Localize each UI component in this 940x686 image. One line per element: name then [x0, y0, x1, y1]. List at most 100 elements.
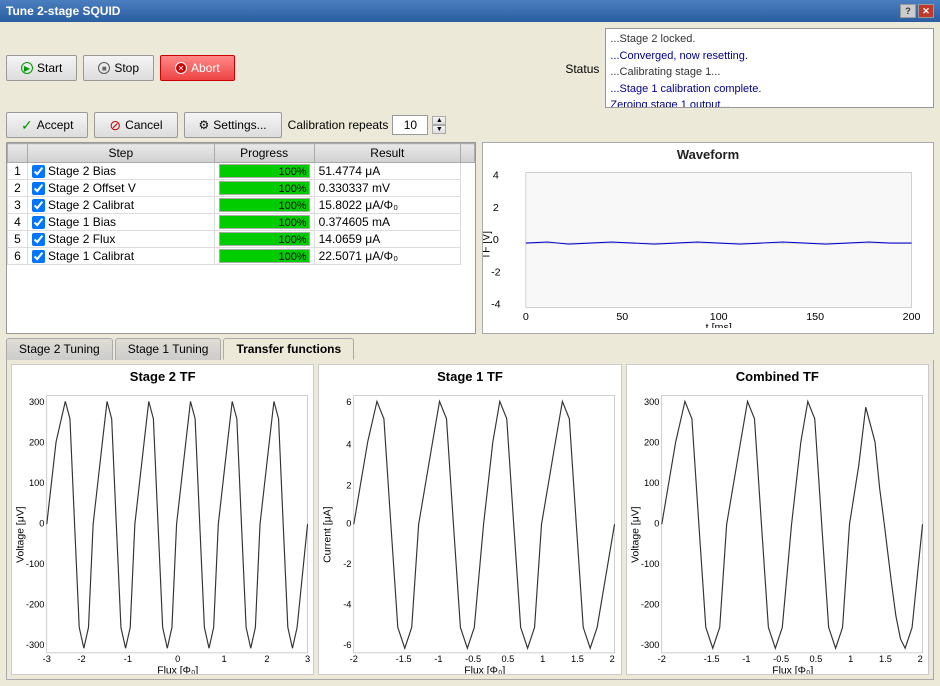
svg-text:-1: -1 — [124, 654, 132, 664]
svg-text:-1.5: -1.5 — [396, 654, 412, 664]
svg-text:1: 1 — [848, 654, 853, 664]
svg-text:200: 200 — [903, 311, 921, 323]
waveform-svg: 4 2 0 -2 -4 TF [V] 0 50 100 150 200 t [m… — [483, 162, 933, 328]
row-result: 22.5071 μA/Φ₀ — [314, 248, 460, 265]
stop-icon: ■ — [98, 62, 110, 74]
charts-panel: Stage 2 TF Voltage [μV] 300 200 100 0 -1… — [6, 360, 934, 680]
cancel-button[interactable]: ⊘ Cancel — [94, 112, 177, 138]
tab-stage2-tuning[interactable]: Stage 2 Tuning — [6, 338, 113, 360]
tab-stage1-tuning[interactable]: Stage 1 Tuning — [115, 338, 222, 360]
row-progress-cell: 100% — [214, 180, 314, 197]
row-result: 14.0659 μA — [314, 231, 460, 248]
svg-text:-2: -2 — [491, 266, 501, 278]
steps-table: Step Progress Result 1 Stage 2 Bias 100% — [7, 143, 475, 265]
accept-button[interactable]: ✓ Accept — [6, 112, 88, 138]
svg-text:-2: -2 — [77, 654, 85, 664]
row-step: Stage 2 Calibrat — [28, 197, 215, 214]
scroll-col — [461, 144, 475, 163]
svg-text:-200: -200 — [641, 600, 660, 610]
svg-text:1.5: 1.5 — [879, 654, 892, 664]
svg-text:Voltage [μV]: Voltage [μV] — [630, 507, 641, 564]
svg-text:Flux [Φ₀]: Flux [Φ₀] — [772, 666, 813, 674]
row-checkbox[interactable] — [32, 233, 45, 246]
row-step: Stage 2 Bias — [28, 163, 215, 180]
col-num — [8, 144, 28, 163]
table-row: 4 Stage 1 Bias 100% 0.374605 mA — [8, 214, 475, 231]
row-progress-cell: 100% — [214, 231, 314, 248]
svg-text:-4: -4 — [491, 299, 501, 311]
row-num: 6 — [8, 248, 28, 265]
check-icon: ✓ — [21, 117, 33, 134]
combined-tf-chart: Combined TF Voltage [μV] 300 200 100 0 -… — [626, 364, 929, 675]
row-result: 0.330337 mV — [314, 180, 460, 197]
row-checkbox[interactable] — [32, 165, 45, 178]
spinner-down[interactable]: ▼ — [432, 125, 446, 134]
row-progress-cell: 100% — [214, 248, 314, 265]
svg-text:-4: -4 — [344, 600, 352, 610]
help-button[interactable]: ? — [900, 4, 916, 18]
close-button[interactable]: ✕ — [918, 4, 934, 18]
svg-text:-1: -1 — [742, 654, 750, 664]
spinner-up[interactable]: ▲ — [432, 116, 446, 125]
svg-text:4: 4 — [347, 440, 352, 450]
svg-text:2: 2 — [610, 654, 615, 664]
row-step: Stage 1 Bias — [28, 214, 215, 231]
cancel-icon: ⊘ — [109, 117, 121, 134]
second-buttons-row: ✓ Accept ⊘ Cancel ⚙ Settings... Calibrat… — [6, 112, 934, 138]
abort-button[interactable]: ✕ Abort — [160, 55, 235, 81]
waveform-title: Waveform — [483, 143, 933, 162]
svg-text:Flux [Φ₀]: Flux [Φ₀] — [157, 666, 198, 674]
progress-pct: 100% — [278, 216, 306, 230]
table-row: 1 Stage 2 Bias 100% 51.4774 μA — [8, 163, 475, 180]
row-checkbox[interactable] — [32, 182, 45, 195]
status-log: ...Stage 2 locked....Converged, now rese… — [605, 28, 934, 108]
stage2-tf-title: Stage 2 TF — [12, 365, 313, 384]
svg-text:300: 300 — [29, 397, 44, 407]
row-progress-cell: 100% — [214, 163, 314, 180]
stop-button[interactable]: ■ Stop — [83, 55, 154, 81]
progress-pct: 100% — [278, 165, 306, 179]
settings-button[interactable]: ⚙ Settings... — [184, 112, 282, 138]
combined-tf-svg: Voltage [μV] 300 200 100 0 -100 -200 -30… — [627, 384, 928, 674]
tab-bar: Stage 2 Tuning Stage 1 Tuning Transfer f… — [6, 338, 934, 360]
row-num: 1 — [8, 163, 28, 180]
col-result: Result — [314, 144, 460, 163]
svg-text:1: 1 — [222, 654, 227, 664]
svg-text:-2: -2 — [350, 654, 358, 664]
window-title: Tune 2-stage SQUID — [6, 4, 120, 18]
stage1-tf-title: Stage 1 TF — [319, 365, 620, 384]
tab-transfer-functions[interactable]: Transfer functions — [223, 338, 354, 360]
row-checkbox[interactable] — [32, 216, 45, 229]
progress-pct: 100% — [278, 199, 306, 213]
svg-text:50: 50 — [616, 311, 628, 323]
svg-text:-300: -300 — [26, 641, 45, 651]
svg-text:0: 0 — [654, 519, 659, 529]
svg-text:-0.5: -0.5 — [465, 654, 481, 664]
waveform-panel: Waveform 4 2 0 -2 -4 TF [V] 0 50 100 — [482, 142, 934, 334]
svg-text:0.5: 0.5 — [809, 654, 822, 664]
title-bar: Tune 2-stage SQUID ? ✕ — [0, 0, 940, 22]
table-row: 2 Stage 2 Offset V 100% 0.330337 mV — [8, 180, 475, 197]
combined-tf-title: Combined TF — [627, 365, 928, 384]
row-num: 3 — [8, 197, 28, 214]
start-button[interactable]: ▶ Start — [6, 55, 77, 81]
row-progress-cell: 100% — [214, 214, 314, 231]
progress-bar-bg: 100% — [219, 249, 310, 263]
row-progress-cell: 100% — [214, 197, 314, 214]
svg-text:Current [μA]: Current [μA] — [323, 507, 334, 563]
svg-text:-2: -2 — [344, 559, 352, 569]
svg-text:-1: -1 — [435, 654, 443, 664]
progress-bar-bg: 100% — [219, 232, 310, 246]
row-checkbox[interactable] — [32, 199, 45, 212]
row-checkbox[interactable] — [32, 250, 45, 263]
svg-text:0.5: 0.5 — [502, 654, 515, 664]
calibration-repeats: Calibration repeats 10 ▲ ▼ — [288, 115, 447, 135]
svg-text:1: 1 — [540, 654, 545, 664]
svg-text:4: 4 — [493, 170, 499, 182]
svg-text:-2: -2 — [657, 654, 665, 664]
repeats-input[interactable]: 10 — [392, 115, 428, 135]
col-progress: Progress — [214, 144, 314, 163]
svg-text:Flux [Φ₀]: Flux [Φ₀] — [465, 666, 506, 674]
svg-text:0: 0 — [39, 519, 44, 529]
stage2-tf-chart: Stage 2 TF Voltage [μV] 300 200 100 0 -1… — [11, 364, 314, 675]
